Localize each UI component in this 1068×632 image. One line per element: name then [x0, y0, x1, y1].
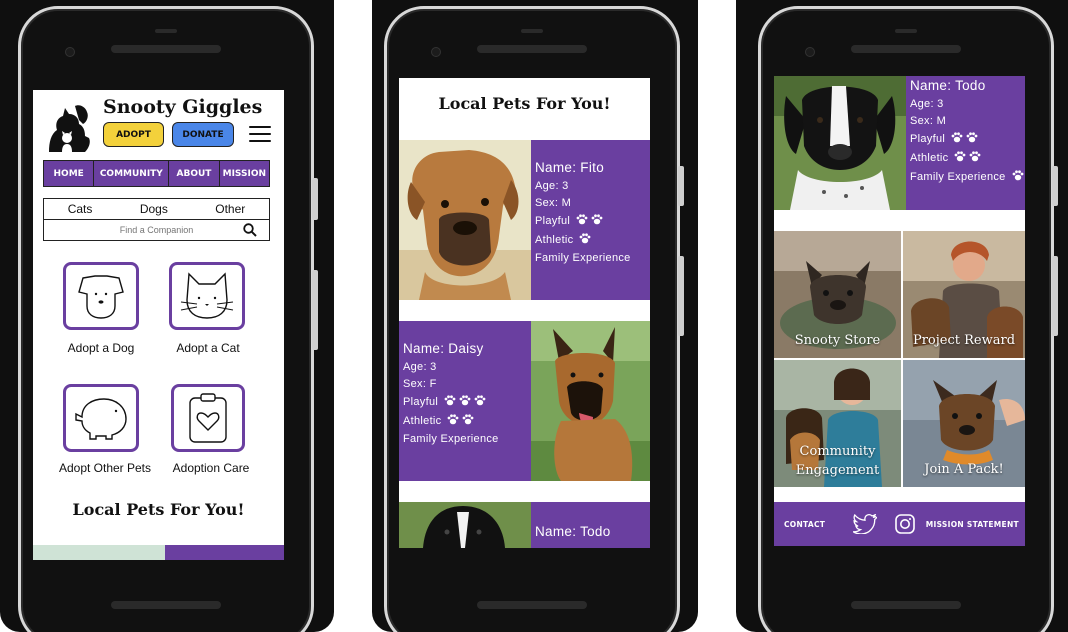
adopt-other-label: Adopt Other Pets [58, 461, 152, 475]
camera-icon [431, 47, 441, 57]
species-filter: Cats Dogs Other [43, 198, 270, 220]
pet-info-daisy: Name: Daisy Age: 3 Sex: F Playful Athlet… [399, 321, 518, 481]
paw-icon [474, 395, 486, 409]
nav-about[interactable]: ABOUT [169, 161, 220, 186]
adopt-other-tile[interactable] [63, 384, 139, 452]
paw-icon [462, 414, 474, 428]
paw-icon [954, 151, 966, 165]
cat-face-icon [180, 272, 234, 319]
paw-icon [969, 151, 981, 165]
paw-icon [447, 414, 459, 428]
screen-community[interactable]: Name: Todo Age: 3 Sex: M Playful Athleti… [774, 76, 1025, 546]
pet-age: Age: 3 [910, 98, 944, 110]
pet-card-todo[interactable]: Name: Todo [399, 502, 650, 548]
tile-caption: Project Reward [912, 333, 1016, 348]
pet-card-fito[interactable]: Name: Fito Age: 3 Sex: M Playful Athleti… [399, 140, 650, 300]
tile-caption: Snooty Store [794, 333, 881, 348]
tile-caption: Community Engagement [795, 444, 880, 478]
search-input[interactable] [71, 225, 242, 235]
pet-photo-fito [399, 140, 531, 300]
paw-icon [459, 395, 471, 409]
paw-icon [591, 214, 603, 228]
mission-statement-link[interactable]: MISSION STATEMENT [926, 520, 1019, 529]
tile-caption: Join A Pack! [924, 462, 1004, 477]
pet-name: Name: Todo [535, 524, 611, 539]
adoption-care-tile[interactable] [171, 384, 245, 452]
paw-icon [579, 233, 591, 247]
filter-other[interactable]: Other [215, 202, 245, 216]
nav-mission[interactable]: MISSION [220, 161, 269, 186]
contact-link[interactable]: CONTACT [784, 520, 825, 529]
paw-icon [951, 132, 963, 146]
pet-info-todo: Name: Todo [531, 502, 650, 548]
community-engagement-tile[interactable]: Community Engagement [774, 360, 901, 487]
pet-age: Age: 3 [403, 361, 437, 373]
adoption-care-label: Adoption Care [172, 461, 250, 475]
search-bar [43, 220, 270, 241]
paw-icon [966, 132, 978, 146]
pet-name: Name: Fito [535, 160, 605, 175]
pet-info-fito: Name: Fito Age: 3 Sex: M Playful Athleti… [531, 140, 650, 300]
screen-home[interactable]: Snooty Giggles ADOPT DONATE HOME COMMUNI… [33, 90, 284, 560]
pet-info-todo: Name: Todo Age: 3 Sex: M Playful Athleti… [906, 76, 1025, 210]
pet-info-peek [165, 545, 284, 560]
paw-icon [576, 214, 588, 228]
pet-card-daisy[interactable]: Name: Daisy Age: 3 Sex: F Playful Athlet… [399, 321, 650, 481]
camera-icon [65, 47, 75, 57]
pet-sex: Sex: M [910, 115, 947, 127]
dog-face-icon [78, 275, 124, 319]
piggy-icon [75, 398, 127, 440]
search-icon[interactable] [243, 223, 257, 237]
main-nav: HOME COMMUNITY ABOUT MISSION [43, 160, 270, 187]
pet-name: Name: Todo [910, 78, 986, 93]
adopt-dog-label: Adopt a Dog [67, 341, 135, 355]
pet-family: Family Experience [910, 170, 1024, 184]
local-pets-title: Local Pets For You! [438, 94, 611, 113]
pet-age: Age: 3 [535, 180, 569, 192]
pet-sex: Sex: M [535, 197, 572, 209]
pet-athletic: Athletic [535, 233, 646, 247]
pet-card-todo[interactable]: Name: Todo Age: 3 Sex: M Playful Athleti… [774, 76, 1025, 210]
hamburger-menu-icon[interactable] [249, 126, 271, 142]
paw-icon [444, 395, 456, 409]
footer: CONTACT MISSION STATEMENT [774, 502, 1025, 546]
paw-icon [1012, 170, 1024, 184]
pet-photo-peek [33, 545, 165, 560]
nav-community[interactable]: COMMUNITY [94, 161, 170, 186]
adopt-cat-tile[interactable] [169, 262, 245, 330]
header: Snooty Giggles ADOPT DONATE [33, 90, 284, 154]
pet-photo-todo [399, 502, 531, 548]
twitter-icon[interactable] [853, 514, 878, 534]
adopt-cat-label: Adopt a Cat [176, 341, 240, 355]
clipboard-heart-icon [189, 393, 227, 443]
local-pets-title: Local Pets For You! [72, 500, 245, 519]
instagram-icon[interactable] [895, 514, 916, 534]
pet-photo-daisy [531, 321, 650, 481]
pet-playful: Playful [910, 132, 1021, 146]
mockup-stage: Snooty Giggles ADOPT DONATE HOME COMMUNI… [0, 0, 1068, 632]
filter-cats[interactable]: Cats [68, 202, 93, 216]
pet-playful: Playful [535, 214, 646, 228]
pet-athletic: Athletic [910, 151, 1021, 165]
donate-button[interactable]: DONATE [172, 122, 234, 147]
snooty-store-tile[interactable]: Snooty Store [774, 231, 901, 358]
brand-title: Snooty Giggles [103, 96, 263, 118]
pet-playful: Playful [403, 395, 514, 409]
screen-local-pets[interactable]: Local Pets For You! Name: Fito Age: 3 Se… [399, 78, 650, 548]
camera-icon [805, 47, 815, 57]
dog-cat-logo-icon [49, 105, 90, 152]
pet-sex: Sex: F [403, 378, 437, 390]
adopt-dog-tile[interactable] [63, 262, 139, 330]
nav-home[interactable]: HOME [44, 161, 95, 186]
pet-photo-todo [774, 76, 906, 210]
filter-dogs[interactable]: Dogs [140, 202, 168, 216]
pet-name: Name: Daisy [403, 341, 484, 356]
pet-family: Family Experience [535, 252, 631, 264]
pet-family: Family Experience [403, 433, 499, 445]
join-a-pack-tile[interactable]: Join A Pack! [903, 360, 1025, 487]
pet-athletic: Athletic [403, 414, 514, 428]
project-reward-tile[interactable]: Project Reward [903, 231, 1025, 358]
adopt-button[interactable]: ADOPT [103, 122, 164, 147]
